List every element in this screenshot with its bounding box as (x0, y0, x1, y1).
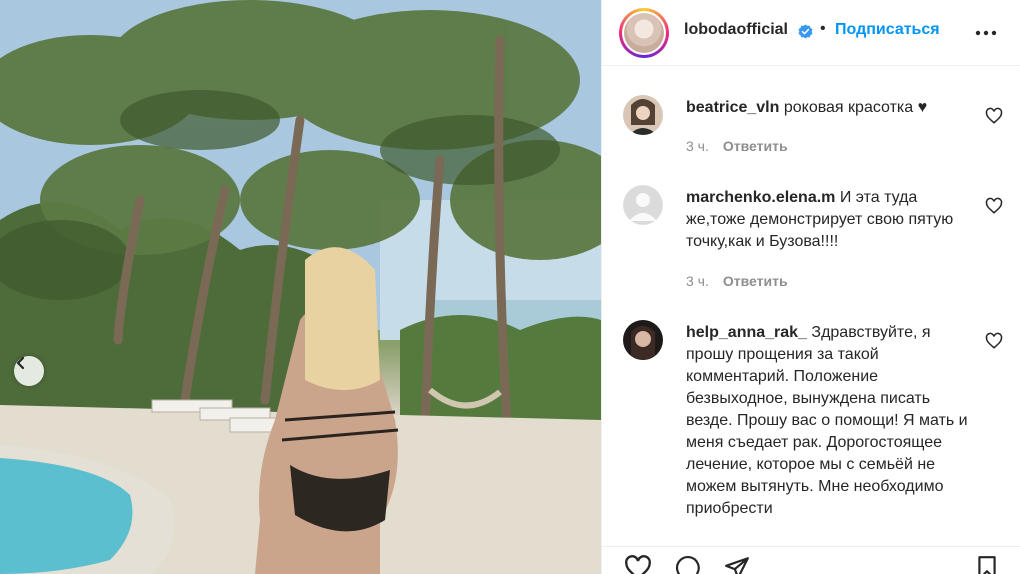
heart-icon (985, 197, 1003, 214)
author-username[interactable]: lobodaofficial (684, 21, 788, 39)
heart-icon (985, 107, 1003, 124)
commenter-avatar[interactable] (623, 95, 663, 135)
post-photo[interactable] (0, 0, 601, 574)
comment-like-button[interactable] (985, 332, 1003, 350)
header-separator: • (820, 20, 826, 37)
comment-text: beatrice_vln роковая красотка ♥ (686, 97, 978, 119)
comment-like-button[interactable] (985, 107, 1003, 125)
reply-button[interactable]: Ответить (723, 138, 788, 154)
share-icon (725, 557, 749, 574)
comment-time: 3 ч. (686, 273, 709, 289)
previous-photo-button[interactable] (14, 356, 44, 386)
commenter-avatar[interactable] (623, 320, 663, 360)
follow-button[interactable]: Подписаться (835, 21, 940, 39)
bookmark-icon (978, 556, 996, 574)
beach-scene-illustration (0, 0, 601, 574)
post-action-bar (602, 546, 1020, 574)
heart-icon (625, 555, 651, 574)
comment-item: help_anna_rak_ Здравствуйте, я прошу про… (602, 320, 1020, 530)
heart-icon (985, 332, 1003, 349)
comment-body: Здравствуйте, я прошу прощения за такой … (686, 324, 968, 517)
comment-item: marchenko.elena.m И эта туда же,тоже дем… (602, 185, 1020, 295)
more-options-icon (975, 30, 997, 36)
post-side-panel: lobodaofficial • Подписаться beatrice_vl… (601, 0, 1020, 574)
post-header: lobodaofficial • Подписаться (602, 0, 1020, 66)
comment-username[interactable]: help_anna_rak_ (686, 324, 807, 341)
comment-meta: 3 ч. Ответить (686, 138, 788, 154)
comment-text: help_anna_rak_ Здравствуйте, я прошу про… (686, 322, 978, 520)
like-button[interactable] (624, 555, 652, 574)
comment-time: 3 ч. (686, 138, 709, 154)
comment-body: роковая красотка (779, 99, 918, 116)
comment-username[interactable]: marchenko.elena.m (686, 189, 835, 206)
comment-like-button[interactable] (985, 197, 1003, 215)
black-heart-emoji: ♥ (917, 99, 928, 116)
comment-item: beatrice_vln роковая красотка ♥ 3 ч. Отве… (602, 95, 1020, 175)
comment-icon (676, 556, 700, 574)
comment-button[interactable] (674, 555, 702, 574)
author-avatar[interactable] (619, 8, 669, 58)
save-button[interactable] (974, 555, 1002, 574)
verified-badge-icon (798, 24, 813, 39)
comment-username[interactable]: beatrice_vln (686, 99, 779, 116)
more-options-button[interactable] (974, 21, 998, 45)
comment-meta: 3 ч. Ответить (686, 273, 788, 289)
reply-button[interactable]: Ответить (723, 273, 788, 289)
commenter-avatar[interactable] (623, 185, 663, 225)
comment-text: marchenko.elena.m И эта туда же,тоже дем… (686, 187, 978, 253)
share-button[interactable] (723, 555, 751, 574)
chevron-left-icon (16, 356, 25, 370)
